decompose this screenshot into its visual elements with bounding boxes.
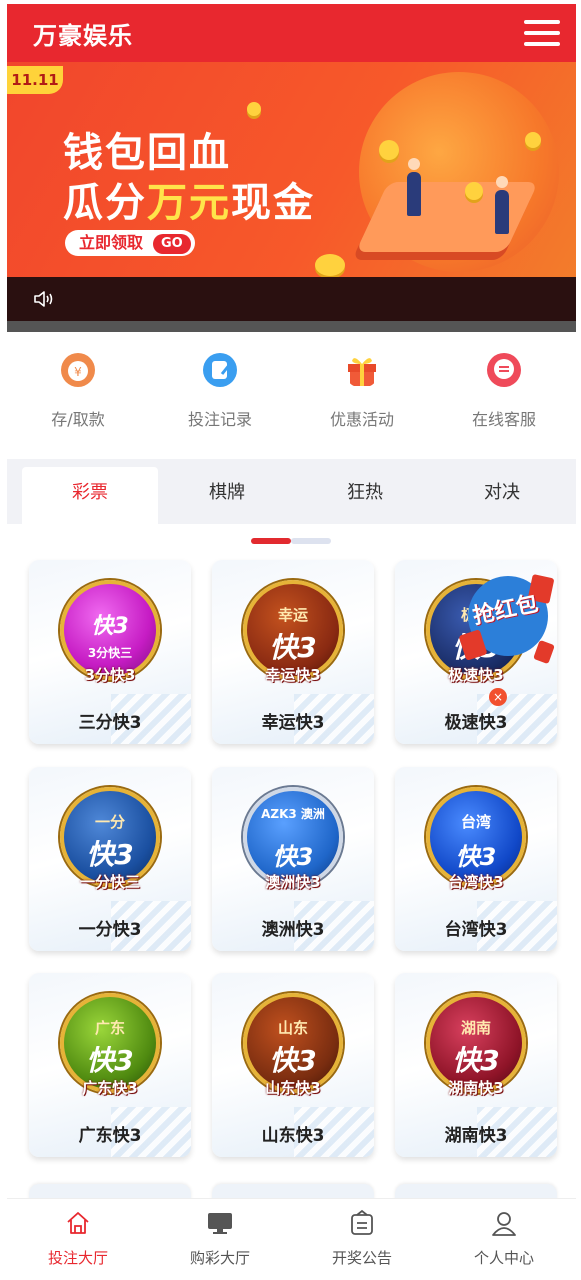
user-icon: [492, 1212, 516, 1236]
deposit-icon: ¥: [61, 353, 95, 387]
person-illustration: [407, 158, 421, 216]
banner-subheadline: 瓜分万元现金: [63, 180, 315, 226]
game-name: 极速快3: [444, 713, 508, 733]
game-card-shandong-k3[interactable]: 山东 快3 山东快3 山东快3: [212, 973, 374, 1157]
bulletin-icon: [351, 1209, 373, 1235]
game-card-taiwan-k3[interactable]: 台湾 快3 台湾快3 台湾快3: [395, 767, 557, 951]
hamburger-menu-icon[interactable]: [524, 20, 560, 46]
event-badge: 11.11: [7, 66, 63, 94]
nav-profile[interactable]: 个人中心: [433, 1209, 575, 1268]
quick-action-promotions[interactable]: 优惠活动: [291, 352, 433, 430]
coin-icon: [525, 132, 541, 148]
promo-banner[interactable]: 11.11 钱包回血 瓜分万元现金 立即领取 GO: [7, 62, 576, 332]
game-name: 澳洲快3: [261, 920, 325, 940]
top-header: 万豪娱乐: [7, 4, 576, 62]
nav-betting-hall[interactable]: 投注大厅: [7, 1209, 149, 1268]
nav-lottery-hall[interactable]: 购彩大厅: [149, 1209, 291, 1268]
game-name: 三分快3: [78, 713, 142, 733]
game-card-yifen-k3[interactable]: 一分 快3 一分快三 一分快3: [29, 767, 191, 951]
game-card-hunan-k3[interactable]: 湖南 快3 湖南快3 湖南快3: [395, 973, 557, 1157]
game-card-xingyun-k3[interactable]: 幸运 快3 幸运快3 幸运快3: [212, 560, 374, 744]
coin-icon: [465, 182, 483, 200]
banner-control-bar: [7, 277, 576, 321]
indicator-inactive: [291, 538, 331, 544]
game-name: 幸运快3: [261, 713, 325, 733]
quick-action-deposit[interactable]: ¥ 存/取款: [7, 352, 149, 430]
go-label: GO: [153, 234, 191, 254]
game-card-aozhou-k3[interactable]: AZK3 澳洲 快3 澳洲快3 澳洲快3: [212, 767, 374, 951]
person-illustration: [495, 176, 509, 234]
claim-now-button[interactable]: 立即领取 GO: [65, 230, 195, 256]
quick-action-bet-records[interactable]: 投注记录: [149, 352, 291, 430]
game-name: 广东快3: [78, 1126, 142, 1146]
game-name: 台湾快3: [444, 920, 508, 940]
chat-icon: [487, 353, 521, 387]
banner-bottom-edge: [7, 321, 576, 332]
app-frame: 万豪娱乐 11.11 钱包回血 瓜分万元现金 立即领取 GO ¥ 存/取款 投注…: [7, 4, 576, 1272]
close-promo-icon[interactable]: ×: [489, 688, 507, 706]
tab-chess-cards[interactable]: 棋牌: [159, 467, 295, 524]
tab-lottery[interactable]: 彩票: [22, 467, 158, 524]
tab-duel[interactable]: 对决: [434, 467, 570, 524]
game-card-guangdong-k3[interactable]: 广东 快3 广东快3 广东快3: [29, 973, 191, 1157]
game-name: 一分快3: [78, 920, 142, 940]
brand-title: 万豪娱乐: [33, 22, 133, 50]
speaker-icon[interactable]: [33, 289, 55, 309]
monitor-icon: [208, 1213, 232, 1234]
coin-icon: [379, 140, 399, 160]
home-icon: [67, 1212, 89, 1234]
game-card-jisu-k3[interactable]: 极速 快3 极速快3 极速快3 抢红包 ×: [395, 560, 557, 744]
bottom-nav: 投注大厅 购彩大厅 开奖公告 个人中心: [7, 1198, 576, 1272]
gift-icon: [348, 358, 376, 386]
record-icon: [203, 353, 237, 387]
svg-text:¥: ¥: [74, 365, 82, 379]
coin-icon: [247, 102, 261, 116]
coin-icon: [315, 254, 345, 276]
game-name: 山东快3: [261, 1126, 325, 1146]
game-card-sanfen-k3[interactable]: 快3 3分快三 3分快3 三分快3: [29, 560, 191, 744]
nav-draw-results[interactable]: 开奖公告: [291, 1209, 433, 1268]
game-name: 湖南快3: [444, 1126, 508, 1146]
quick-action-customer-service[interactable]: 在线客服: [433, 352, 575, 430]
tab-fever[interactable]: 狂热: [297, 467, 433, 524]
game-category-tabs: 彩票 棋牌 狂热 对决: [7, 459, 576, 524]
red-envelope-promo[interactable]: 抢红包: [450, 570, 555, 666]
quick-actions: ¥ 存/取款 投注记录 优惠活动 在线客服: [7, 332, 576, 459]
indicator-active: [251, 538, 291, 544]
